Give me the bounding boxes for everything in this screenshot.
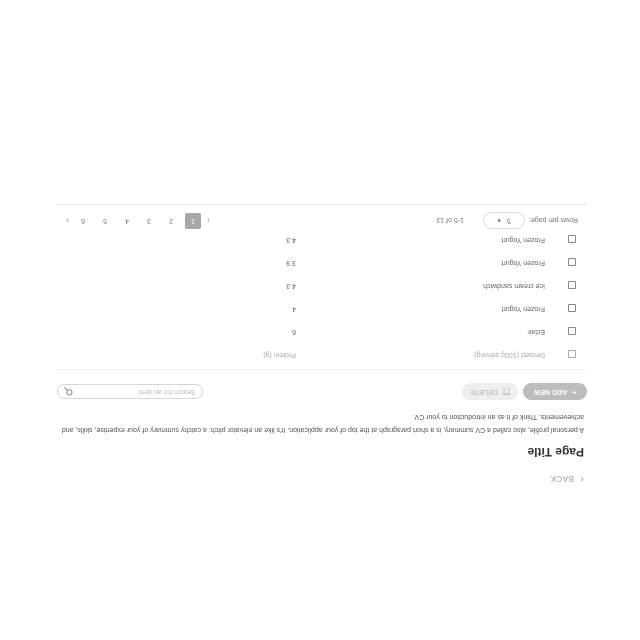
table-row[interactable]: Ice cream sandwich 4.3 [56,274,587,297]
cell-value: 3.9 [286,259,296,266]
chevron-down-icon: ▾ [497,216,501,224]
row-checkbox[interactable] [568,281,576,290]
column-header-value: Protein (g) [263,351,296,358]
back-label: BACK [550,474,574,484]
table-header-row: Dessert (100g serving) Protein (g) [56,343,587,366]
back-link[interactable]: ‹ BACK [550,473,584,485]
page-button-1[interactable]: 1 [185,213,201,229]
pagination-range: 1-5 of 13 [436,216,464,223]
chevron-left-icon: ‹ [579,473,584,485]
cell-name: Frozen Yogurt [501,305,545,312]
page-button-2[interactable]: 2 [163,213,179,229]
table-row[interactable]: Frozen Yogurt 3.9 [56,251,587,274]
search-icon[interactable] [64,383,73,401]
row-checkbox[interactable] [568,258,576,267]
table-footer: Rows per page: 5 ▾ 1-5 of 13 ‹ 1 2 3 4 5… [56,206,587,233]
add-new-label: ADD NEW [533,388,568,395]
column-header-name: Dessert (100g serving) [474,351,545,358]
pagination: ‹ 1 2 3 4 5 6 › [66,213,210,229]
page-button-3[interactable]: 3 [141,213,157,229]
cell-name: Frozen Yogurt [501,259,545,266]
cell-value: 6 [292,328,296,335]
rows-per-page-label: Rows per page: [528,216,578,223]
row-checkbox[interactable] [568,304,576,313]
add-new-button[interactable]: + ADD NEW [523,383,587,400]
cell-value: 4.3 [286,282,296,289]
next-page-icon[interactable]: › [66,216,69,226]
trash-icon [502,387,510,397]
cell-value: 4.3 [286,236,296,243]
app-canvas: ‹ BACK Page Title A personal profile, al… [0,0,640,640]
delete-label: DELETE [470,388,498,395]
rows-per-page-value: 5 [506,217,511,224]
page-button-4[interactable]: 4 [119,213,135,229]
page-button-6[interactable]: 6 [75,213,91,229]
cell-name: Frozen Yogurt [501,236,545,243]
row-checkbox[interactable] [568,327,576,336]
page-description: A personal profile, also called a CV sum… [61,413,584,433]
table-row[interactable]: Eclair 6 [56,320,587,343]
delete-button[interactable]: DELETE [462,383,518,400]
table-row[interactable]: Frozen Yogurt 4 [56,297,587,320]
rows-per-page-select[interactable]: 5 ▾ [483,212,525,229]
search-input[interactable] [73,388,196,395]
page-button-5[interactable]: 5 [97,213,113,229]
cell-name: Ice cream sandwich [483,282,545,289]
select-all-checkbox[interactable] [568,350,576,359]
cell-name: Eclair [527,328,545,335]
prev-page-icon[interactable]: ‹ [207,216,210,226]
page-title: Page Title [527,445,584,459]
row-checkbox[interactable] [568,235,576,244]
search-box [57,384,203,399]
cell-value: 4 [292,305,296,312]
plus-icon: + [572,388,577,395]
